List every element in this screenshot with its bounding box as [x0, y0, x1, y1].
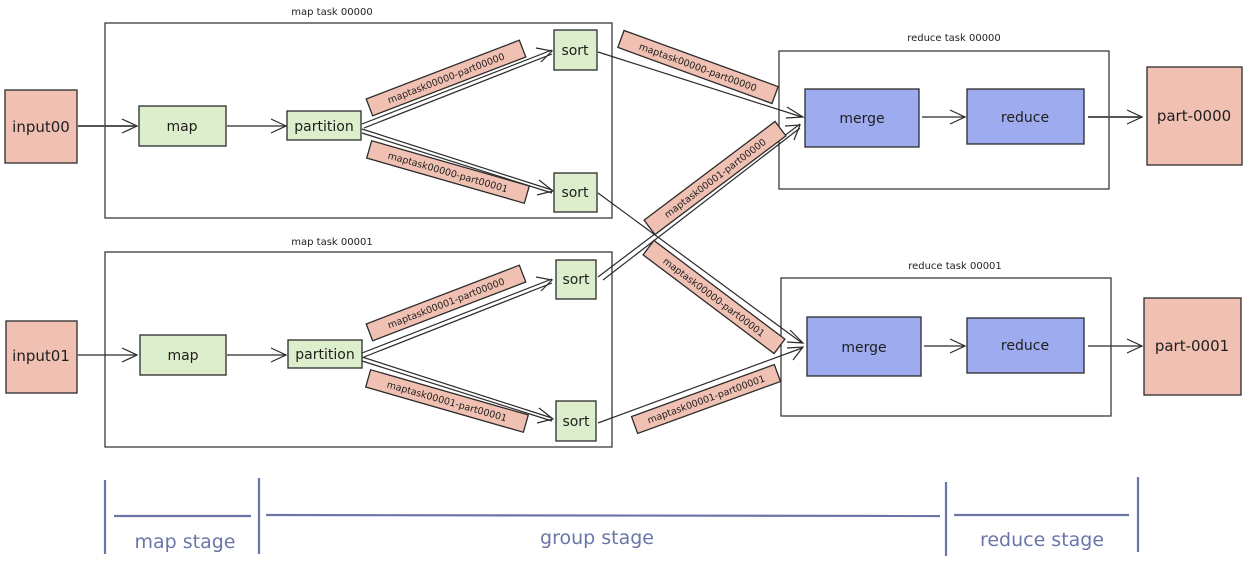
- chip-label: maptask00000-part00001: [386, 151, 509, 196]
- partition-node-1[interactable]: partition: [287, 339, 363, 369]
- partition-node-0[interactable]: partition: [286, 110, 362, 141]
- partition-chip-m0-p0: maptask00000-part00000: [365, 39, 527, 117]
- partition-label: partition: [295, 347, 354, 363]
- output-label: part-0000: [1157, 107, 1231, 125]
- sort-label: sort: [561, 43, 589, 59]
- map-stage-label: map stage: [135, 531, 236, 553]
- sort-label: sort: [562, 272, 590, 288]
- group-stage-bar: [265, 513, 941, 518]
- reduce-label: reduce: [1001, 338, 1049, 354]
- input-label: input01: [12, 347, 70, 365]
- partition-chip-m1-p1: maptask00001-part00001: [364, 368, 530, 434]
- reduce-stage-label: reduce stage: [980, 529, 1104, 551]
- reduce-task-0-title: reduce task 00000: [907, 33, 1001, 44]
- map-label: map: [167, 348, 198, 364]
- sort-node-1a[interactable]: sort: [555, 259, 597, 300]
- map-label: map: [166, 119, 197, 135]
- input-node-0[interactable]: input00: [4, 89, 78, 164]
- shuffle-chip-m1-r0: maptask00001-part00000: [643, 120, 787, 236]
- map-node-1[interactable]: map: [139, 334, 227, 376]
- input-node-1[interactable]: input01: [5, 320, 78, 394]
- chip-label: maptask00001-part00001: [385, 380, 508, 425]
- merge-node-0[interactable]: merge: [804, 88, 920, 148]
- map-node-0[interactable]: map: [138, 105, 227, 147]
- partition-label: partition: [294, 119, 353, 135]
- merge-node-1[interactable]: merge: [806, 316, 922, 377]
- reduce-node-0[interactable]: reduce: [966, 88, 1085, 145]
- chip-label: maptask00000-part00000: [637, 41, 758, 94]
- group-stage-label: group stage: [540, 527, 654, 549]
- partition-chip-m0-p1: maptask00000-part00001: [365, 139, 531, 205]
- reduce-label: reduce: [1001, 110, 1049, 126]
- input-label: input00: [12, 118, 70, 136]
- output-label: part-0001: [1155, 337, 1229, 355]
- chip-label: maptask00001-part00000: [663, 137, 769, 221]
- edge-shuffle-m1-r1: [597, 347, 803, 424]
- sort-node-0a[interactable]: sort: [553, 29, 598, 71]
- sort-label: sort: [561, 185, 589, 201]
- shuffle-chip-m1-r1: maptask00001-part00001: [630, 363, 782, 435]
- arrowhead-icon: [786, 329, 805, 344]
- reduce-node-1[interactable]: reduce: [966, 317, 1085, 374]
- reduce-task-1-title: reduce task 00001: [908, 261, 1002, 272]
- chip-label: maptask00001-part00001: [646, 373, 767, 426]
- stage-timeline: map stage group stage reduce stage: [103, 477, 1140, 556]
- output-node-1[interactable]: part-0001: [1143, 297, 1242, 396]
- map-task-1-title: map task 00001: [291, 237, 372, 248]
- mapreduce-diagram: map task 00000 map task 00001 reduce tas…: [4, 7, 1243, 556]
- edge-shuffle-m0-r1: [597, 192, 803, 344]
- sort-node-0b[interactable]: sort: [553, 172, 598, 213]
- merge-label: merge: [841, 340, 886, 356]
- map-task-0-title: map task 00000: [291, 7, 372, 18]
- chip-label: maptask00000-part00001: [660, 256, 766, 340]
- edge-shuffle-m1-r0-double: [602, 127, 801, 281]
- merge-label: merge: [839, 111, 884, 127]
- sort-label: sort: [562, 414, 590, 430]
- shuffle-chip-m0-r0: maptask00000-part00000: [617, 29, 779, 105]
- sort-node-1b[interactable]: sort: [555, 400, 597, 442]
- edge-partition-sort-0a: [361, 49, 553, 125]
- output-node-0[interactable]: part-0000: [1146, 66, 1243, 166]
- shuffle-chip-m0-r1: maptask00000-part00001: [642, 239, 786, 355]
